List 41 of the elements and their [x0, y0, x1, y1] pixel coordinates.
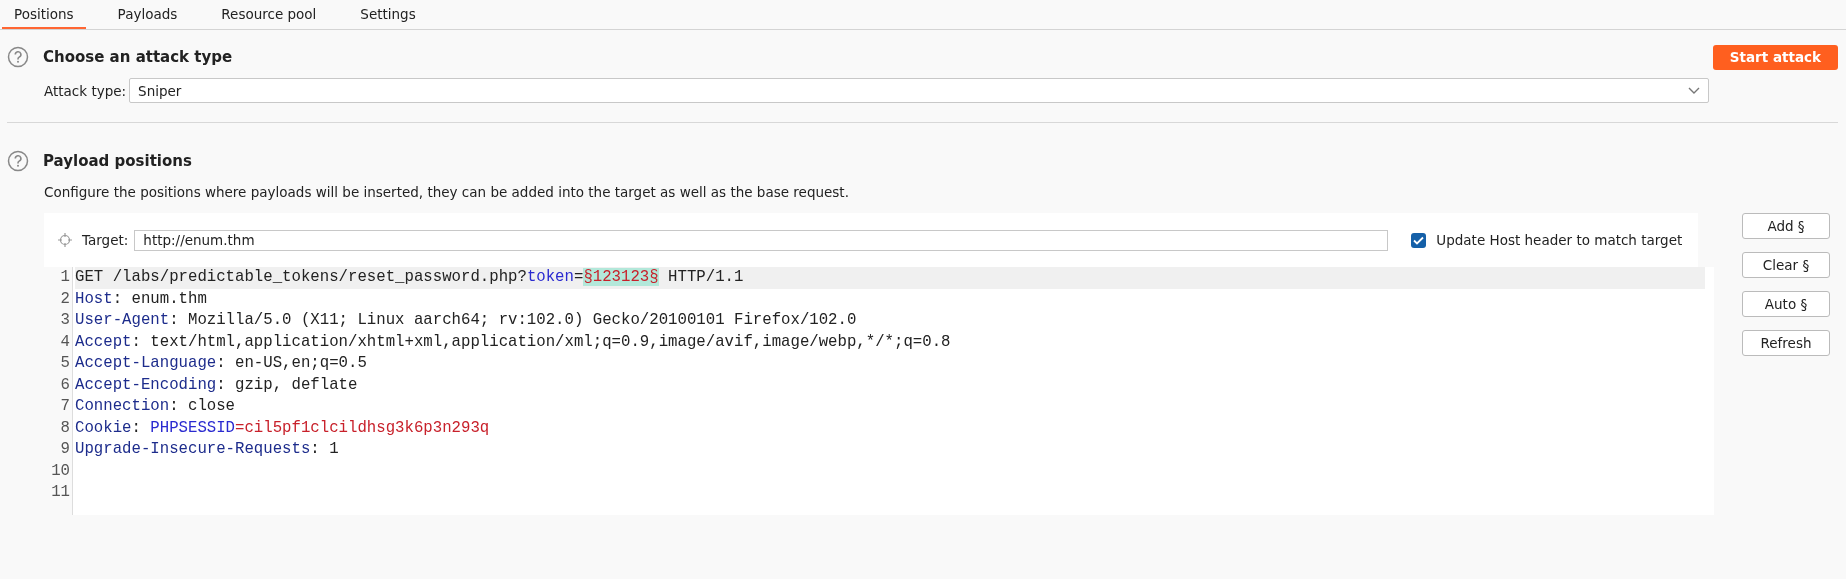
line-number: 9: [59, 439, 70, 460]
code-line: Accept-Language: en-US,en;q=0.5: [75, 353, 368, 374]
line-number: 7: [59, 396, 70, 417]
checkbox[interactable]: [1411, 232, 1427, 248]
line-number: 1: [59, 267, 70, 288]
attack-type-label: Attack type:: [44, 82, 127, 99]
action-button[interactable]: Refresh: [1742, 330, 1830, 356]
line-number: 10: [50, 460, 70, 482]
action-button[interactable]: Clear §: [1742, 252, 1830, 278]
section-title: Payload positions: [43, 152, 192, 170]
action-button[interactable]: Add §: [1742, 213, 1830, 239]
code-line: User-Agent: Mozilla/5.0 (X11; Linux aarch64; rv:102.0) Gecko/20100101 Firefox/102.0: [75, 310, 858, 331]
chevron-down-icon: [1688, 86, 1700, 95]
tab[interactable]: Settings: [348, 0, 428, 29]
section-title: Choose an attack type: [43, 48, 234, 66]
line-number: 4: [59, 331, 70, 353]
line-number: 8: [59, 417, 70, 439]
target-field[interactable]: http://enum.thm: [134, 229, 1389, 251]
action-button[interactable]: Auto §: [1742, 291, 1830, 317]
code-line: Upgrade-Insecure-Requests: 1: [75, 439, 340, 460]
tab[interactable]: Positions: [2, 0, 86, 29]
line-number: 6: [59, 374, 70, 396]
help-icon[interactable]: [7, 46, 29, 68]
code-line: Connection: close: [75, 396, 237, 417]
help-icon[interactable]: [7, 150, 29, 172]
line-number: 3: [59, 310, 70, 331]
tab[interactable]: Resource pool: [209, 0, 329, 29]
line-number: 2: [59, 288, 70, 310]
tab[interactable]: Payloads: [105, 0, 190, 29]
section-description: Configure the positions where payloads will be inserted, they can be added into the target as well as the base request.: [44, 184, 850, 200]
code-line: Cookie: PHPSESSID=cil5pf1clcildhsg3k6p3n293q: [75, 417, 491, 439]
line-number: 11: [50, 482, 70, 503]
code-line: Host: enum.thm: [75, 288, 208, 310]
crosshair-icon: [58, 233, 72, 247]
request-editor[interactable]: [44, 267, 1714, 515]
code-line: Accept: text/html,application/xhtml+xml,application/xml;q=0.9,image/avif,image/webp,*/*;q=0.8: [75, 331, 952, 353]
line-number: 5: [59, 353, 70, 374]
attack-type-dropdown[interactable]: Sniper: [129, 78, 1709, 103]
code-line: Accept-Encoding: gzip, deflate: [75, 374, 359, 396]
target-label: Target:: [82, 232, 129, 248]
checkbox-label: Update Host header to match target: [1436, 232, 1683, 248]
